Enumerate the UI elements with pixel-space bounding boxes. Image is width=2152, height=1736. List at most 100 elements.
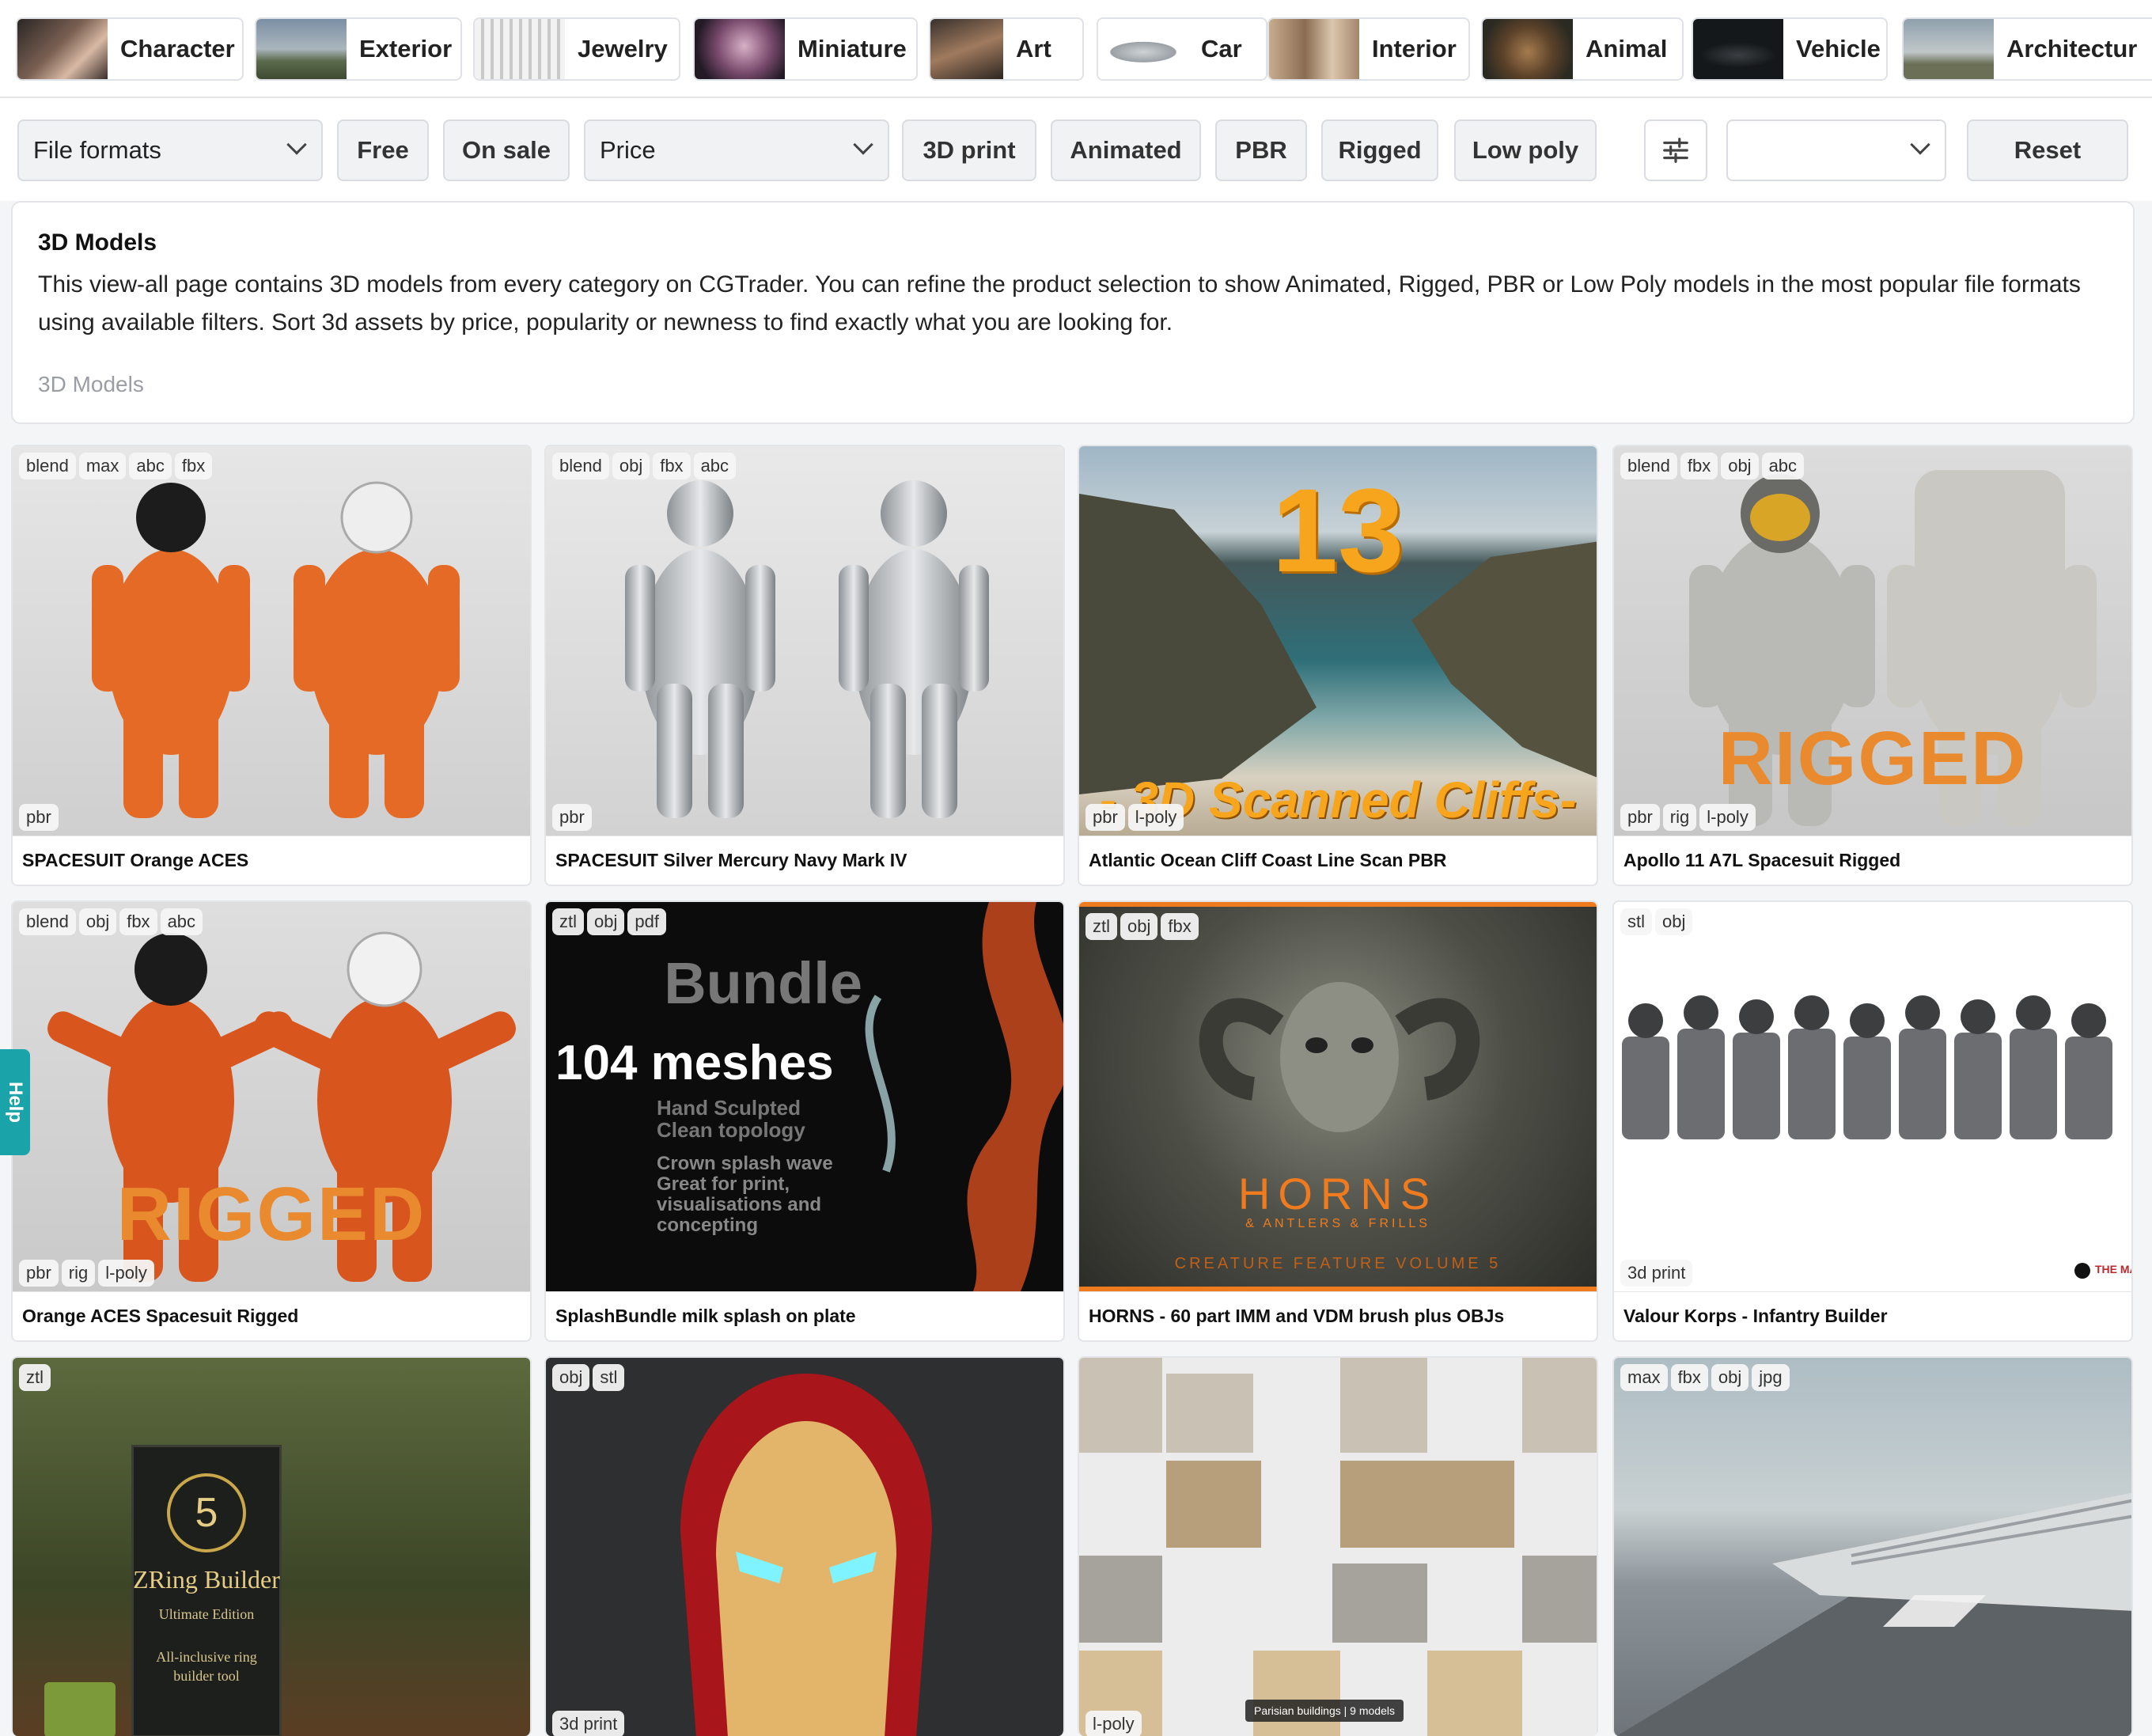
format-tags: ztl obj pdf bbox=[552, 908, 666, 935]
category-label: Animal bbox=[1586, 35, 1668, 63]
price-dropdown[interactable]: Price bbox=[584, 119, 889, 181]
help-label: Help bbox=[5, 1081, 27, 1124]
feature-tags: l-poly bbox=[1085, 1711, 1142, 1736]
low-poly-filter-button[interactable]: Low poly bbox=[1454, 119, 1597, 181]
format-tag: fbx bbox=[1670, 1364, 1708, 1391]
page-title: 3D Models bbox=[38, 229, 157, 256]
feature-tag: pbr bbox=[1085, 804, 1125, 831]
format-tags: ztl obj fbx bbox=[1085, 913, 1199, 940]
pbr-filter-button[interactable]: PBR bbox=[1215, 119, 1307, 181]
category-exterior[interactable]: Exterior bbox=[255, 17, 462, 81]
free-filter-button[interactable]: Free bbox=[337, 119, 429, 181]
feature-tags: 3d print bbox=[552, 1711, 625, 1736]
feature-tag: l-poly bbox=[1085, 1711, 1142, 1736]
spacesuit-illustration bbox=[625, 480, 989, 818]
category-miniature[interactable]: Miniature bbox=[693, 17, 918, 81]
product-card[interactable]: max fbx obj jpg bbox=[1612, 1356, 2133, 1736]
category-thumbnail bbox=[1098, 19, 1188, 79]
format-tag: blend bbox=[1620, 453, 1677, 479]
product-thumbnail[interactable]: blend max abc fbx pbr bbox=[13, 446, 530, 836]
product-thumbnail[interactable]: max fbx obj jpg bbox=[1614, 1358, 2131, 1736]
feature-tags: pbr rig l-poly bbox=[19, 1260, 154, 1287]
sort-dropdown[interactable] bbox=[1726, 119, 1946, 181]
product-card[interactable]: 5 ZRing Builder Ultimate Edition All-inc… bbox=[11, 1356, 532, 1736]
category-animal[interactable]: Animal bbox=[1481, 17, 1684, 81]
product-card[interactable]: RIGGED blend fbx obj abc pbr rig l-poly … bbox=[1612, 445, 2133, 886]
product-thumbnail[interactable]: THE MA stl obj 3d print bbox=[1614, 902, 2131, 1291]
feature-tag: l-poly bbox=[98, 1260, 154, 1287]
format-tags: stl obj bbox=[1620, 908, 1693, 935]
product-thumbnail[interactable]: 5 ZRing Builder Ultimate Edition All-inc… bbox=[13, 1358, 530, 1736]
category-thumbnail bbox=[17, 19, 108, 79]
feature-tag: l-poly bbox=[1699, 804, 1756, 831]
product-thumbnail[interactable]: RIGGED blend obj fbx abc pbr rig l-poly bbox=[13, 902, 530, 1291]
format-tag: pdf bbox=[627, 908, 666, 935]
format-tag: fbx bbox=[119, 908, 157, 935]
product-title[interactable]: Valour Korps - Infantry Builder bbox=[1614, 1291, 2131, 1340]
price-label: Price bbox=[600, 136, 656, 164]
rigged-filter-button[interactable]: Rigged bbox=[1321, 119, 1438, 181]
breadcrumb[interactable]: 3D Models bbox=[38, 372, 2108, 397]
feature-tag: 3d print bbox=[1620, 1260, 1693, 1287]
product-thumbnail[interactable]: RIGGED blend fbx obj abc pbr rig l-poly bbox=[1614, 446, 2131, 836]
category-art[interactable]: Art bbox=[929, 17, 1084, 81]
reset-button[interactable]: Reset bbox=[1967, 119, 2128, 181]
on-sale-filter-button[interactable]: On sale bbox=[443, 119, 570, 181]
category-interior[interactable]: Interior bbox=[1267, 17, 1470, 81]
product-title[interactable]: SPACESUIT Silver Mercury Navy Mark IV bbox=[546, 836, 1063, 885]
product-title[interactable]: SplashBundle milk splash on plate bbox=[546, 1291, 1063, 1340]
product-card[interactable]: blend max abc fbx pbr SPACESUIT Orange A… bbox=[11, 445, 532, 886]
feature-tags: pbr bbox=[19, 804, 59, 831]
format-tag: obj bbox=[587, 908, 625, 935]
overlay-subtitle: & ANTLERS & FRILLS bbox=[1245, 1217, 1430, 1230]
format-tags: blend obj fbx abc bbox=[19, 908, 203, 935]
product-thumbnail[interactable]: Bundle 104 meshes Hand Sculpted Clean to… bbox=[546, 902, 1063, 1291]
category-vehicle[interactable]: Vehicle bbox=[1692, 17, 1888, 81]
format-tag: fbx bbox=[174, 453, 213, 479]
format-tag: abc bbox=[693, 453, 737, 479]
product-thumbnail[interactable]: Parisian buildings | 9 models l-poly bbox=[1079, 1358, 1597, 1736]
product-thumbnail[interactable]: HORNS & ANTLERS & FRILLS CREATURE FEATUR… bbox=[1079, 902, 1597, 1291]
product-title[interactable]: Apollo 11 A7L Spacesuit Rigged bbox=[1614, 836, 2131, 885]
format-tag: abc bbox=[129, 453, 172, 479]
sliders-icon bbox=[1663, 138, 1688, 163]
feature-tag: pbr bbox=[19, 1260, 59, 1287]
product-title[interactable]: Atlantic Ocean Cliff Coast Line Scan PBR bbox=[1079, 836, 1597, 885]
product-card[interactable]: Parisian buildings | 9 models l-poly bbox=[1078, 1356, 1598, 1736]
help-tab[interactable]: Help bbox=[0, 1049, 30, 1155]
category-thumbnail bbox=[475, 19, 565, 79]
product-thumbnail[interactable]: obj stl 3d print bbox=[546, 1358, 1063, 1736]
product-card[interactable]: THE MA stl obj 3d print Valour Korps - I… bbox=[1612, 900, 2133, 1342]
category-jewelry[interactable]: Jewelry bbox=[473, 17, 680, 81]
format-tag: obj bbox=[78, 908, 117, 935]
category-label: Architectur bbox=[2006, 35, 2138, 63]
animated-filter-button[interactable]: Animated bbox=[1051, 119, 1201, 181]
category-thumbnail bbox=[695, 19, 785, 79]
category-label: Car bbox=[1201, 35, 1242, 63]
product-title[interactable]: HORNS - 60 part IMM and VDM brush plus O… bbox=[1079, 1291, 1597, 1340]
product-card[interactable]: Bundle 104 meshes Hand Sculpted Clean to… bbox=[544, 900, 1065, 1342]
product-thumbnail[interactable]: blend obj fbx abc pbr bbox=[546, 446, 1063, 836]
file-formats-dropdown[interactable]: File formats bbox=[17, 119, 323, 181]
product-card[interactable]: HORNS & ANTLERS & FRILLS CREATURE FEATUR… bbox=[1078, 900, 1598, 1342]
product-card[interactable]: blend obj fbx abc pbr SPACESUIT Silver M… bbox=[544, 445, 1065, 886]
product-card[interactable]: obj stl 3d print bbox=[544, 1356, 1065, 1736]
filter-settings-button[interactable] bbox=[1644, 119, 1707, 181]
overlay-volume: CREATURE FEATURE VOLUME 5 bbox=[1174, 1255, 1502, 1272]
format-tags: obj stl bbox=[552, 1364, 625, 1391]
overlay-description: All-inclusive ring builder tool bbox=[156, 1649, 257, 1684]
category-character[interactable]: Character bbox=[16, 17, 244, 81]
category-architecture[interactable]: Architectur bbox=[1902, 17, 2152, 81]
horned-creature-illustration bbox=[1199, 982, 1480, 1132]
product-title[interactable]: Orange ACES Spacesuit Rigged bbox=[13, 1291, 530, 1340]
product-card[interactable]: 13 - 3D Scanned Cliffs- pbr l-poly Atlan… bbox=[1078, 445, 1598, 886]
overlay-title: HORNS bbox=[1237, 1169, 1438, 1219]
product-title[interactable]: SPACESUIT Orange ACES bbox=[13, 836, 530, 885]
category-car[interactable]: Car bbox=[1097, 17, 1267, 81]
feature-tag: 3d print bbox=[552, 1711, 625, 1736]
3d-print-filter-button[interactable]: 3D print bbox=[902, 119, 1036, 181]
format-tag: obj bbox=[1120, 913, 1158, 940]
racetrack-illustration bbox=[1616, 1492, 2131, 1736]
product-thumbnail[interactable]: 13 - 3D Scanned Cliffs- pbr l-poly bbox=[1079, 446, 1597, 836]
product-card[interactable]: RIGGED blend obj fbx abc pbr rig l-poly … bbox=[11, 900, 532, 1342]
